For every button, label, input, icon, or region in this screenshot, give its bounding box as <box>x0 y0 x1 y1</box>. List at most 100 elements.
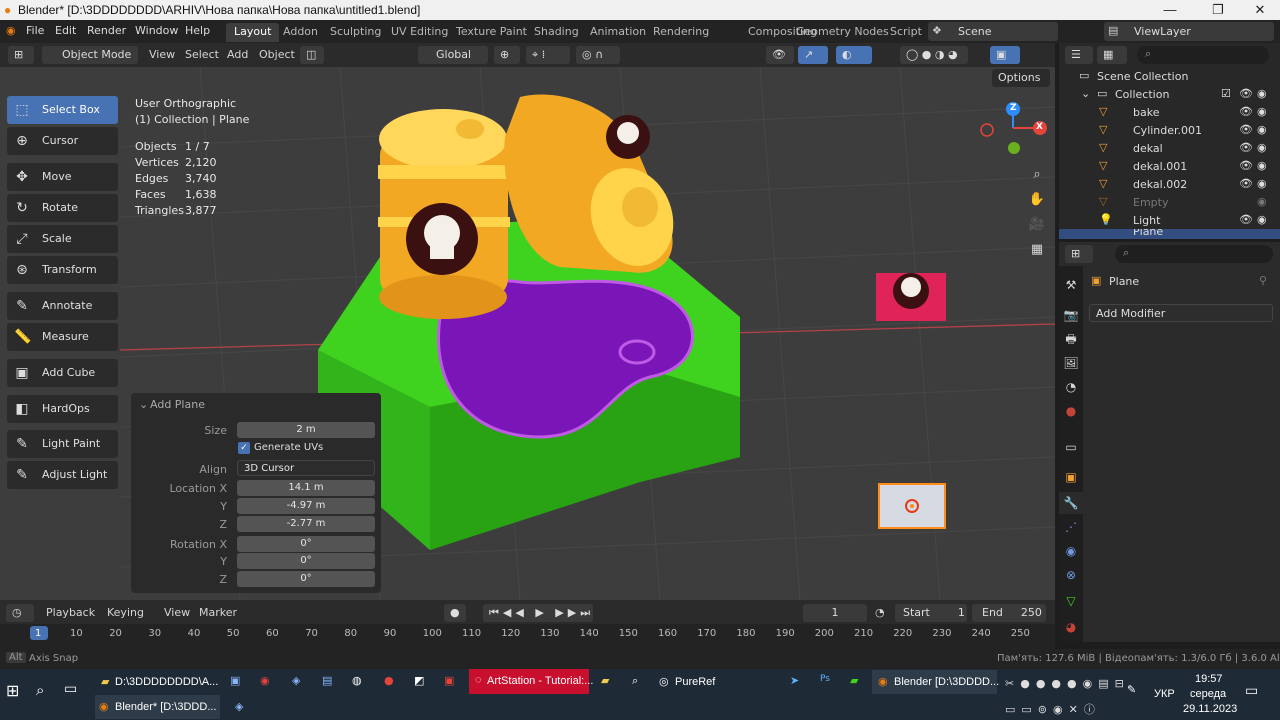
ortho-grid-icon[interactable]: ▦ <box>1028 242 1046 257</box>
taskbar-pureref[interactable]: ◎ PureRef <box>655 670 775 694</box>
app-icon[interactable]: ▤ <box>322 674 332 687</box>
mode-dropdown[interactable]: Object Mode <box>42 46 138 64</box>
scene-selector[interactable]: ❖ Scene <box>928 22 1058 41</box>
blender-menu-icon[interactable]: ◉ <box>6 24 16 37</box>
outliner-scene-collection[interactable]: ▭ Scene Collection <box>1059 67 1280 85</box>
camera-icon[interactable]: ◉ <box>1257 177 1267 190</box>
current-frame-field[interactable]: 1 <box>803 604 867 622</box>
outliner-item-dekal-002[interactable]: ▽ dekal.002 👁 ◉ <box>1059 175 1280 193</box>
tab-script[interactable]: Script <box>882 23 930 42</box>
rotation-z-field[interactable]: 0° <box>237 571 375 587</box>
taskbar-blender-1[interactable]: ◉ Blender [D:\3DDDD... <box>872 670 999 694</box>
app-icon[interactable]: ▣ <box>444 674 454 687</box>
tab-animation[interactable]: Animation <box>582 23 654 42</box>
outliner-search-input[interactable]: ⌕ <box>1137 46 1269 64</box>
location-x-field[interactable]: 14.1 m <box>237 480 375 496</box>
shading-modes[interactable]: ◯ ● ◑ ◕ <box>900 46 968 64</box>
collection-tab-icon[interactable]: ▭ <box>1059 436 1083 458</box>
align-dropdown[interactable]: 3D Cursor <box>237 460 375 476</box>
camera-icon[interactable]: ◉ <box>1257 159 1267 172</box>
search-icon[interactable]: ⌕ <box>36 681 44 699</box>
tool-light-paint[interactable]: ✎ Light Paint <box>7 430 118 458</box>
overlay-toggle-icon[interactable]: ◐ <box>836 46 872 64</box>
gizmo-toggle-icon[interactable]: ↗ <box>798 46 828 64</box>
menu-view[interactable]: View <box>149 48 175 61</box>
tool-select-box[interactable]: ⬚ Select Box <box>7 96 118 124</box>
generate-uvs-checkbox[interactable]: ✓ <box>238 442 250 454</box>
scene-tab-icon[interactable]: ◔ <box>1059 376 1083 398</box>
world-tab-icon[interactable]: ● <box>1059 400 1083 422</box>
app-icon[interactable]: ● <box>384 674 394 687</box>
tab-layout[interactable]: Layout <box>226 23 280 42</box>
view-layer-tab-icon[interactable]: 🖼 <box>1059 352 1083 374</box>
eye-icon[interactable]: 👁 <box>1239 87 1253 100</box>
tab-uv-editing[interactable]: UV Editing <box>383 23 456 42</box>
tool-scale[interactable]: ⤢ Scale <box>7 225 118 253</box>
snap-target-icon[interactable]: ◫ <box>300 46 324 64</box>
tool-hardops[interactable]: ◧ HardOps <box>7 395 118 423</box>
outliner-item-dekal-001[interactable]: ▽ dekal.001 👁 ◉ <box>1059 157 1280 175</box>
telegram-icon[interactable]: ➤ <box>790 674 799 687</box>
outliner-collection[interactable]: ⌄ ▭ Collection ☑ 👁 ◉ <box>1059 85 1280 103</box>
proportional-edit-icon[interactable]: ◎ ∩ <box>576 46 620 64</box>
sticky-notes-icon[interactable]: ▰ <box>601 674 609 687</box>
playback-controls[interactable]: ⏮◀◀ ▶ ▶▶⏭ <box>483 604 593 622</box>
particles-tab-icon[interactable]: ⋰ <box>1059 516 1083 538</box>
app-icon[interactable]: ◈ <box>292 674 300 687</box>
menu-edit[interactable]: Edit <box>55 24 76 37</box>
maximize-button[interactable]: ❐ <box>1196 0 1240 20</box>
checkbox-icon[interactable]: ☑ <box>1221 87 1231 100</box>
tab-addon[interactable]: Addon <box>275 23 326 42</box>
app-icon[interactable]: ◩ <box>414 674 424 687</box>
outliner-item-bake[interactable]: ▽ bake 👁 ◉ <box>1059 103 1280 121</box>
pivot-icon[interactable]: ⊕ <box>494 46 520 64</box>
camera-icon[interactable]: ◉ <box>1257 87 1267 100</box>
rotation-x-field[interactable]: 0° <box>237 536 375 552</box>
minimize-button[interactable]: — <box>1148 0 1192 20</box>
editor-type-icon[interactable]: ⊞ <box>8 46 34 64</box>
timeline-editor-icon[interactable]: ◷ <box>6 604 34 622</box>
tab-geometry-nodes[interactable]: Geometry Nodes <box>788 23 897 42</box>
snap-toggle-icon[interactable]: ⌖ ⁞ <box>526 46 570 64</box>
close-button[interactable]: ✕ <box>1238 0 1280 20</box>
eye-icon[interactable]: 👁 <box>1239 105 1253 118</box>
chrome-icon[interactable]: ◉ <box>260 674 270 687</box>
search-app-icon[interactable]: ⌕ <box>632 674 638 688</box>
camera-icon[interactable]: ◉ <box>1257 195 1267 208</box>
camera-icon[interactable]: ◉ <box>1257 105 1267 118</box>
tab-shading[interactable]: Shading <box>526 23 587 42</box>
xray-toggle-icon[interactable]: ▣ <box>990 46 1020 64</box>
material-tab-icon[interactable]: ◕ <box>1059 616 1083 638</box>
tool-measure[interactable]: 📏 Measure <box>7 323 118 351</box>
camera-icon[interactable]: ◉ <box>1257 141 1267 154</box>
menu-playback[interactable]: Playback <box>46 606 95 619</box>
record-icon[interactable]: ● <box>444 604 466 622</box>
pan-hand-icon[interactable]: ✋ <box>1028 192 1046 207</box>
app-icon[interactable]: ◍ <box>352 674 362 687</box>
photoshop-icon[interactable]: Ps <box>820 674 830 684</box>
pen-icon[interactable]: ✎ <box>1127 683 1136 696</box>
eye-icon[interactable]: 👁 <box>1239 213 1253 226</box>
app-icon[interactable]: ▰ <box>850 674 858 687</box>
tool-add-cube[interactable]: ▣ Add Cube <box>7 359 118 387</box>
add-modifier-dropdown[interactable]: Add Modifier <box>1089 304 1273 322</box>
language-indicator[interactable]: УКР <box>1154 688 1175 700</box>
start-frame-field[interactable]: Start 1 <box>895 604 967 622</box>
menu-marker[interactable]: Marker <box>199 606 237 619</box>
properties-search-input[interactable]: ⌕ <box>1115 245 1273 263</box>
outliner-item-dekal[interactable]: ▽ dekal 👁 ◉ <box>1059 139 1280 157</box>
windows-start-icon[interactable]: ⊞ <box>6 681 19 700</box>
rotation-y-field[interactable]: 0° <box>237 553 375 569</box>
outliner-item-cylinder[interactable]: ▽ Cylinder.001 👁 ◉ <box>1059 121 1280 139</box>
data-tab-icon[interactable]: ▽ <box>1059 590 1083 612</box>
tab-rendering[interactable]: Rendering <box>645 23 717 42</box>
eye-icon[interactable]: 👁 <box>1239 159 1253 172</box>
menu-file[interactable]: File <box>26 24 44 37</box>
tool-cursor[interactable]: ⊕ Cursor <box>7 127 118 155</box>
tool-rotate[interactable]: ↻ Rotate <box>7 194 118 222</box>
end-frame-field[interactable]: End 250 <box>972 604 1046 622</box>
menu-window[interactable]: Window <box>135 24 178 37</box>
output-tab-icon[interactable]: 🖶 <box>1059 328 1083 350</box>
tool-move[interactable]: ✥ Move <box>7 163 118 191</box>
notification-icon[interactable]: ▭ <box>1245 683 1258 699</box>
